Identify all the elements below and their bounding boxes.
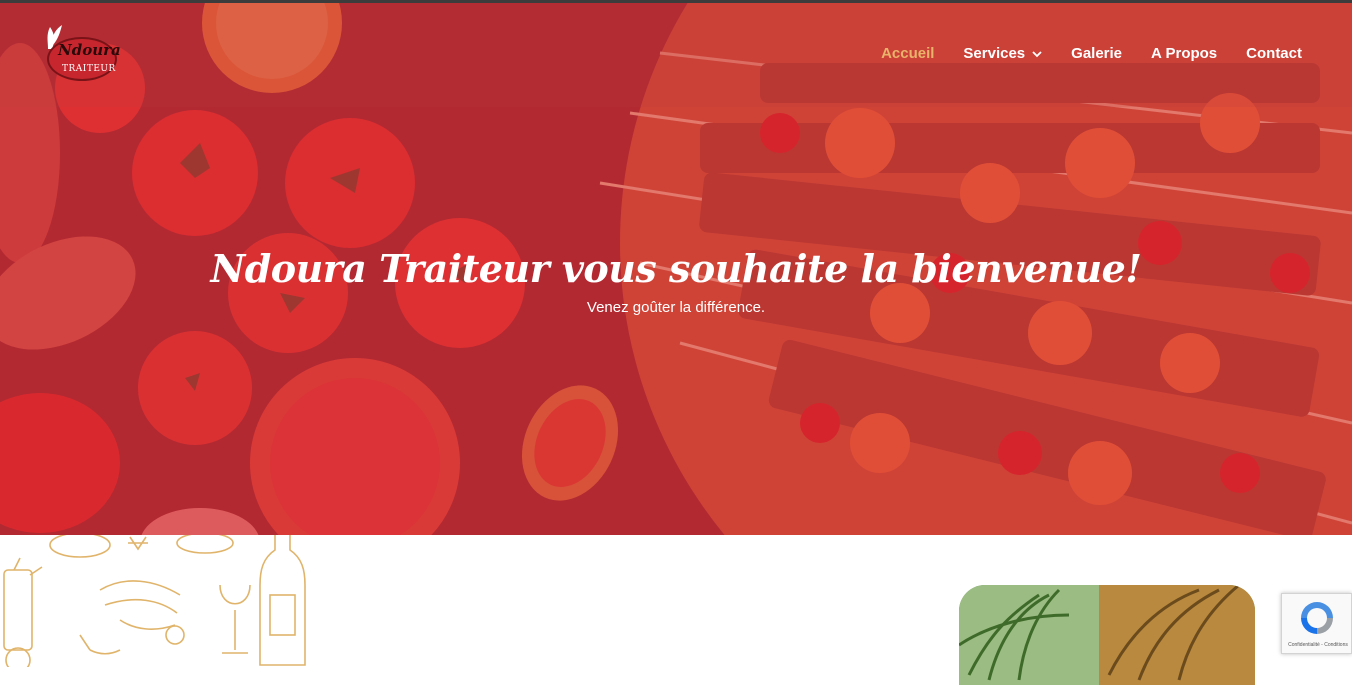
nav-item-accueil[interactable]: Accueil	[881, 45, 934, 62]
recaptcha-badge[interactable]: Confidentialité - Conditions	[1281, 593, 1352, 654]
nav-item-a-propos[interactable]: A Propos	[1151, 45, 1217, 62]
nav-item-services[interactable]: Services	[963, 45, 1042, 62]
hero-subtitle: Venez goûter la différence.	[586, 299, 766, 316]
nav-item-contact[interactable]: Contact	[1246, 45, 1302, 62]
palm-tree-photo	[959, 585, 1255, 685]
food-doodle-illustration	[3, 535, 306, 667]
logo-name: Ndoura	[58, 41, 121, 59]
site-logo[interactable]: Ndoura TRAITEUR	[44, 23, 121, 87]
recaptcha-links[interactable]: Confidentialité - Conditions	[1284, 642, 1352, 648]
site-header: Ndoura TRAITEUR Accueil Services Galerie…	[0, 3, 1352, 107]
chevron-down-icon	[1032, 50, 1042, 57]
main-navigation: Accueil Services Galerie A Propos Contac…	[852, 45, 1302, 62]
hero-title: Ndoura Traiteur vous souhaite la bienven…	[210, 246, 1142, 292]
logo-subtitle: TRAITEUR	[62, 64, 116, 74]
nav-item-galerie[interactable]: Galerie	[1071, 45, 1122, 62]
recaptcha-icon	[1301, 602, 1333, 634]
nav-item-services-label: Services	[963, 45, 1026, 62]
palm-tree-image	[959, 585, 1255, 685]
